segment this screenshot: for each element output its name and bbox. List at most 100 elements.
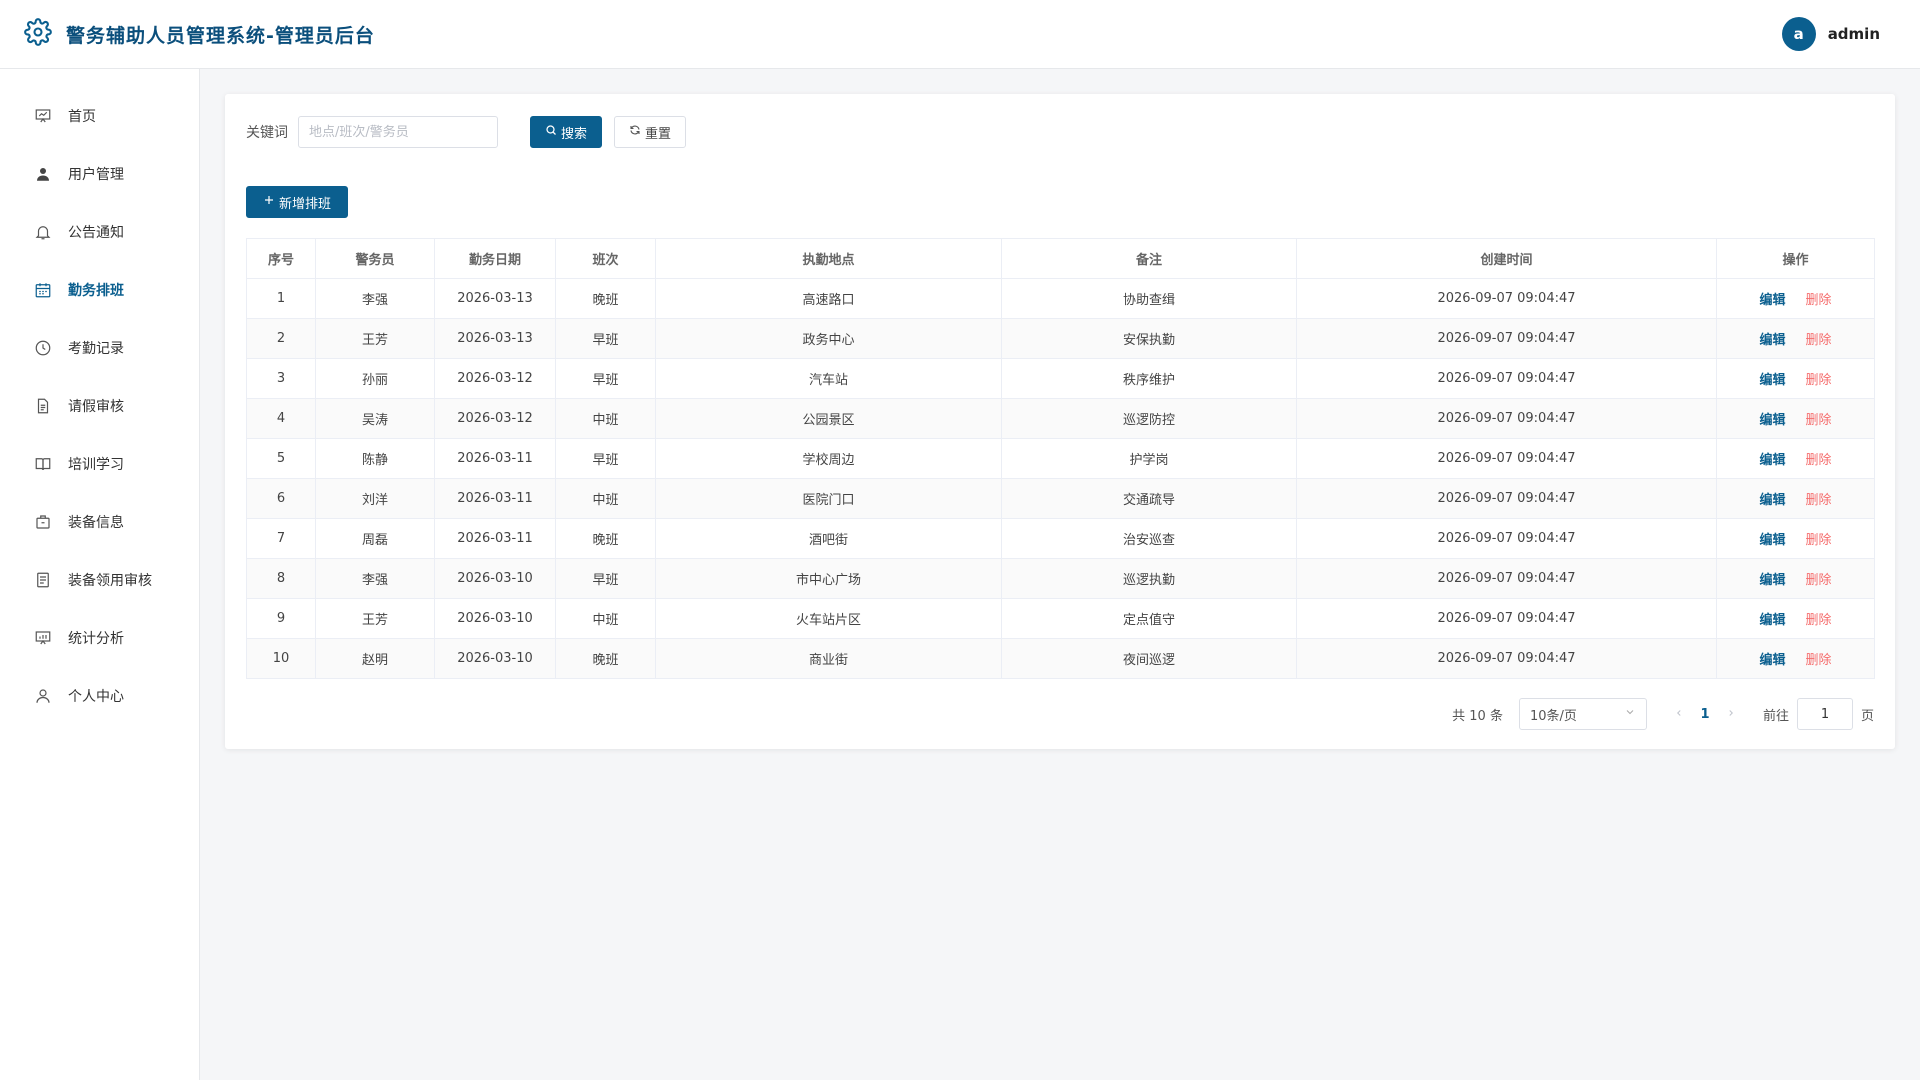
delete-button[interactable]: 删除 [1806,533,1832,548]
refresh-icon [629,124,641,140]
table-cell: 2026-03-12 [434,398,556,439]
clock-icon [34,339,52,357]
reset-button-label: 重置 [645,126,672,142]
table-cell: 2 [246,318,316,359]
table-cell: 2026-03-10 [434,638,556,679]
table-cell: 2026-03-10 [434,558,556,599]
page-size-value: 10条/页 [1529,708,1577,724]
table-cell: 秩序维护 [1001,358,1297,399]
table-cell: 2026-03-13 [434,318,556,359]
delete-button[interactable]: 删除 [1806,453,1832,468]
sidebar-item-schedule[interactable]: 勤务排班 [0,261,199,319]
sidebar-item-label: 用户管理 [68,167,124,183]
sidebar-item-home[interactable]: 首页 [0,87,199,145]
table-cell: 7 [246,518,316,559]
table-cell: 巡逻防控 [1001,398,1297,439]
row-actions: 编辑 删除 [1716,518,1875,559]
row-actions: 编辑 删除 [1716,278,1875,319]
column-header[interactable]: 警务员 [315,238,435,279]
sidebar-item-label: 首页 [68,109,96,125]
delete-button[interactable]: 删除 [1806,413,1832,428]
table-cell: 2026-03-10 [434,598,556,639]
briefcase-icon [34,513,52,531]
edit-button[interactable]: 编辑 [1759,293,1785,308]
table-cell: 公园景区 [655,398,1002,439]
edit-button[interactable]: 编辑 [1759,653,1785,668]
delete-button[interactable]: 删除 [1806,333,1832,348]
delete-button[interactable]: 删除 [1806,573,1832,588]
table-cell: 协助查缉 [1001,278,1297,319]
table-cell: 李强 [315,278,435,319]
delete-button[interactable]: 删除 [1806,373,1832,388]
table-cell: 晚班 [555,278,656,319]
table-cell: 赵明 [315,638,435,679]
table-cell: 中班 [555,398,656,439]
username[interactable]: admin [1828,25,1880,43]
table-cell: 2026-03-13 [434,278,556,319]
sidebar-item-profile[interactable]: 个人中心 [0,667,199,725]
table-cell: 4 [246,398,316,439]
column-header[interactable]: 序号 [246,238,316,279]
sidebar-item-label: 请假审核 [68,399,124,415]
column-header[interactable]: 班次 [555,238,656,279]
table-cell: 李强 [315,558,435,599]
prev-page-chevron-left-icon[interactable] [1669,707,1689,722]
sidebar-item-equipment[interactable]: 装备信息 [0,493,199,551]
pagination: 共 10 条 10条/页 1 前往 页 [246,697,1874,731]
column-header[interactable]: 创建时间 [1296,238,1717,279]
keyword-input[interactable] [298,116,498,148]
table-cell: 8 [246,558,316,599]
sidebar-item-attendance[interactable]: 考勤记录 [0,319,199,377]
edit-button[interactable]: 编辑 [1759,493,1785,508]
sidebar-item-label: 勤务排班 [68,283,124,299]
delete-button[interactable]: 删除 [1806,293,1832,308]
page-suffix: 页 [1860,708,1874,724]
user-menu[interactable]: a admin [1781,17,1880,51]
search-button[interactable]: 搜索 [530,116,603,148]
edit-button[interactable]: 编辑 [1759,533,1785,548]
table-cell: 周磊 [315,518,435,559]
goto-label: 前往 [1762,708,1789,724]
sidebar-item-notices[interactable]: 公告通知 [0,203,199,261]
edit-button[interactable]: 编辑 [1759,613,1785,628]
search-bar: 关键词 搜索 重置 [246,116,1874,148]
page-size-select[interactable]: 10条/页 [1518,698,1647,730]
column-header[interactable]: 备注 [1001,238,1297,279]
sidebar-item-training[interactable]: 培训学习 [0,435,199,493]
column-header[interactable]: 操作 [1716,238,1875,279]
table-cell: 巡逻执勤 [1001,558,1297,599]
table-cell: 早班 [555,318,656,359]
column-header[interactable]: 执勤地点 [655,238,1002,279]
edit-button[interactable]: 编辑 [1759,373,1785,388]
table-cell: 2026-09-07 09:04:47 [1296,398,1717,439]
table-cell: 定点值守 [1001,598,1297,639]
table-cell: 2026-09-07 09:04:47 [1296,598,1717,639]
edit-button[interactable]: 编辑 [1759,453,1785,468]
sidebar-item-users[interactable]: 用户管理 [0,145,199,203]
edit-button[interactable]: 编辑 [1759,413,1785,428]
table-cell: 王芳 [315,318,435,359]
edit-button[interactable]: 编辑 [1759,333,1785,348]
table-cell: 医院门口 [655,478,1002,519]
goto-page-input[interactable] [1796,698,1853,730]
table-cell: 2026-09-07 09:04:47 [1296,278,1717,319]
sidebar-item-label: 装备领用审核 [68,573,152,589]
sidebar-item-statistics[interactable]: 统计分析 [0,609,199,667]
sidebar-item-label: 个人中心 [68,689,124,705]
row-actions: 编辑 删除 [1716,638,1875,679]
sidebar-item-leave[interactable]: 请假审核 [0,377,199,435]
reset-button[interactable]: 重置 [614,116,687,148]
page-number-current[interactable]: 1 [1689,707,1721,722]
table-cell: 刘洋 [315,478,435,519]
edit-button[interactable]: 编辑 [1759,573,1785,588]
avatar[interactable]: a [1781,17,1816,51]
next-page-chevron-right-icon[interactable] [1721,707,1741,722]
column-header[interactable]: 勤务日期 [434,238,556,279]
total-count: 共 10 条 [1452,708,1503,724]
add-schedule-button[interactable]: 新增排班 [246,186,349,218]
delete-button[interactable]: 删除 [1806,493,1832,508]
sidebar-item-equipment-approval[interactable]: 装备领用审核 [0,551,199,609]
delete-button[interactable]: 删除 [1806,653,1832,668]
table-cell: 2026-09-07 09:04:47 [1296,478,1717,519]
delete-button[interactable]: 删除 [1806,613,1832,628]
